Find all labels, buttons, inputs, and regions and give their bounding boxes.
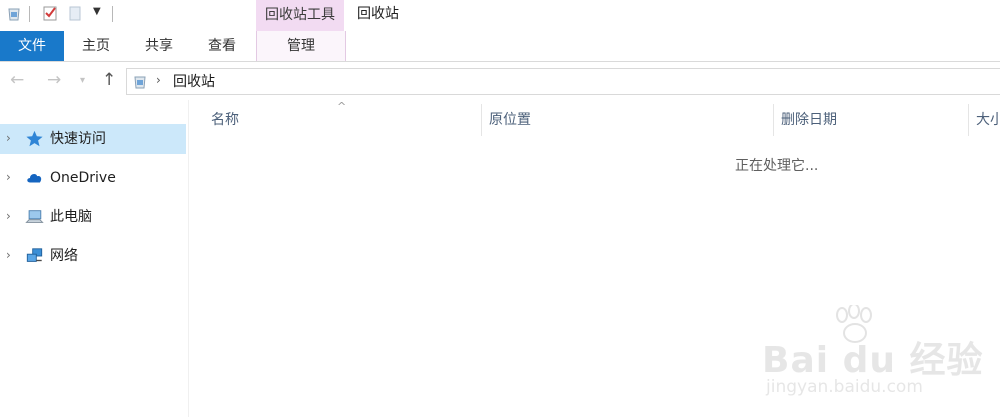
recent-locations-icon[interactable]: ▾ [80, 75, 85, 86]
expand-chevron-icon[interactable]: › [6, 209, 11, 223]
qat-separator [29, 6, 30, 22]
watermark-url: jingyan.baidu.com [766, 377, 923, 397]
column-header-date-deleted[interactable]: 删除日期 [781, 110, 837, 130]
up-arrow-icon[interactable]: ↑ [102, 70, 116, 90]
properties-icon[interactable] [42, 5, 58, 21]
status-message: 正在处理它... [735, 158, 819, 174]
nav-item-label: 快速访问 [50, 131, 106, 147]
nav-item-label: 此电脑 [50, 209, 92, 225]
recycle-bin-icon [134, 76, 146, 89]
new-folder-icon[interactable] [67, 5, 83, 21]
star-icon [26, 130, 43, 147]
expand-chevron-icon[interactable]: › [6, 170, 11, 184]
breadcrumb-chevron-icon[interactable]: › [156, 73, 161, 87]
tab-view[interactable]: 查看 [190, 31, 254, 61]
tab-manage[interactable]: 管理 [256, 31, 346, 61]
column-divider[interactable] [968, 104, 969, 136]
nav-item-network[interactable]: › 网络 [0, 241, 186, 271]
column-header-original-location[interactable]: 原位置 [489, 110, 531, 130]
nav-item-label: 网络 [50, 248, 78, 264]
expand-chevron-icon[interactable]: › [6, 248, 11, 262]
qat-separator [112, 6, 113, 22]
forward-arrow-icon[interactable]: → [47, 70, 61, 90]
nav-item-onedrive[interactable]: › OneDrive [0, 163, 186, 193]
tab-share[interactable]: 共享 [127, 31, 191, 61]
column-header-size[interactable]: 大小 [976, 110, 1000, 130]
sort-ascending-icon: ^ [337, 100, 347, 113]
recycle-bin-icon[interactable] [6, 5, 22, 21]
cloud-icon [27, 173, 42, 183]
breadcrumb-current[interactable]: 回收站 [173, 72, 215, 92]
back-arrow-icon[interactable]: ← [10, 70, 24, 90]
watermark: Bai du 经验 jingyan.baidu.com [762, 305, 992, 405]
column-header-name[interactable]: 名称 [211, 110, 239, 130]
tab-home[interactable]: 主页 [64, 31, 128, 61]
network-icon [26, 248, 43, 262]
column-divider[interactable] [481, 104, 482, 136]
nav-item-this-pc[interactable]: › 此电脑 [0, 202, 186, 232]
title-bar: ▼ [0, 0, 1000, 31]
expand-chevron-icon[interactable]: › [6, 131, 11, 145]
address-bar[interactable] [126, 68, 1000, 95]
window-title: 回收站 [357, 6, 399, 22]
nav-item-label: OneDrive [50, 170, 116, 186]
column-divider[interactable] [773, 104, 774, 136]
tab-file[interactable]: 文件 [0, 31, 64, 61]
qat-customize-icon[interactable]: ▼ [93, 6, 101, 17]
nav-item-quick-access[interactable]: › 快速访问 [0, 124, 186, 154]
watermark-brand: Bai du 经验 [762, 340, 984, 381]
context-tool-group-label: 回收站工具 [265, 7, 335, 23]
context-tool-group: 回收站工具 [256, 0, 344, 31]
computer-icon [25, 210, 44, 223]
ribbon-tabs: 文件 主页 共享 查看 管理 [0, 31, 1000, 62]
